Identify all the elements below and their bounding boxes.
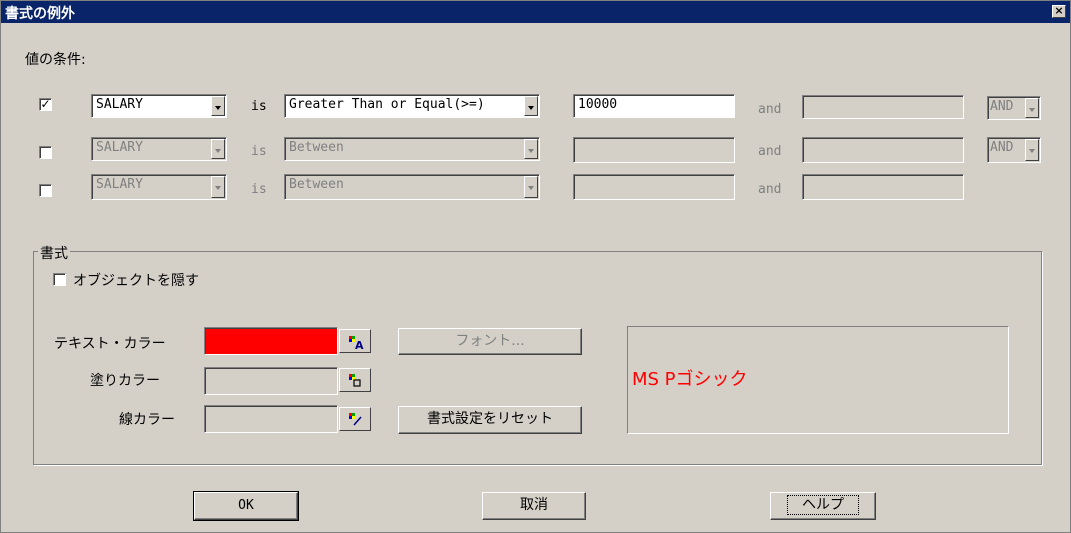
reset-format-button-label: 書式設定をリセット [427,411,553,427]
chevron-down-icon[interactable] [1025,139,1039,161]
format-exception-dialog: 書式の例外 × 値の条件: ✓ SALARY is Greater Than o… [0,0,1071,533]
window-title: 書式の例外 [5,6,75,22]
condition-3-field-value: SALARY [96,177,143,192]
condition-2-checkbox[interactable] [39,146,52,159]
fill-color-label: 塗りカラー [90,373,160,389]
condition-1-operator-value: Greater Than or Equal(>=) [289,97,485,112]
condition-2-operator-value: Between [289,140,344,155]
help-button-label: ヘルプ [787,495,859,515]
text-color-fill [206,329,337,354]
text-color-icon: A [349,336,364,352]
condition-1-value-input[interactable]: 10000 [573,94,735,118]
hide-object-checkbox[interactable] [53,273,66,286]
condition-1-checkbox[interactable]: ✓ [39,98,52,111]
condition-1-field-select[interactable]: SALARY [91,94,227,118]
chevron-down-icon[interactable] [524,176,538,198]
condition-1-operator-select[interactable]: Greater Than or Equal(>=) [284,94,540,118]
font-preview-text: MS Pゴシック [632,369,748,390]
svg-text:A: A [355,339,364,352]
font-button[interactable]: フォント... [398,328,582,355]
chevron-down-icon[interactable] [524,139,538,159]
condition-1-is-label: is [251,99,267,114]
line-color-label: 線カラー [119,412,175,428]
condition-3-value-input[interactable] [573,174,735,200]
line-color-swatch[interactable] [204,405,338,433]
chevron-down-icon[interactable] [524,96,538,116]
chevron-down-icon[interactable] [211,139,225,159]
condition-3-and-label: and [758,182,782,197]
line-color-icon [349,413,362,426]
reset-format-button[interactable]: 書式設定をリセット [398,406,582,434]
condition-1-value2-input[interactable] [802,95,964,119]
condition-1-logic-value: AND [990,99,1014,114]
cancel-button-label: 取消 [520,497,548,513]
ok-button-label: OK [238,498,254,513]
text-color-label: テキスト・カラー [54,336,166,352]
font-preview-box: MS Pゴシック [627,326,1009,434]
condition-3-value2-input[interactable] [802,174,964,200]
fill-color-swatch[interactable] [204,367,338,395]
title-bar: 書式の例外 × [1,1,1070,23]
chevron-down-icon[interactable] [211,96,225,116]
condition-2-field-select[interactable]: SALARY [91,137,227,161]
line-color-picker-button[interactable] [339,407,371,431]
condition-2-field-value: SALARY [96,140,143,155]
condition-3-field-select[interactable]: SALARY [91,174,227,200]
hide-object-label: オブジェクトを隠す [73,273,199,289]
chevron-down-icon[interactable] [1025,98,1039,118]
condition-3-operator-value: Between [289,177,344,192]
fill-color-icon [349,374,361,387]
text-color-swatch[interactable] [204,327,338,355]
condition-1-value-text: 10000 [578,97,618,112]
text-color-picker-button[interactable]: A [339,329,371,353]
condition-2-is-label: is [251,144,267,159]
help-button[interactable]: ヘルプ [770,492,876,520]
condition-2-logic-select[interactable]: AND [987,137,1041,163]
condition-1-field-value: SALARY [96,97,143,112]
close-button[interactable]: × [1052,5,1066,18]
condition-2-operator-select[interactable]: Between [284,137,540,161]
condition-2-and-label: and [758,144,782,159]
condition-3-checkbox[interactable] [39,184,52,197]
condition-1-logic-select[interactable]: AND [987,96,1041,120]
conditions-heading: 値の条件: [25,52,86,68]
cancel-button[interactable]: 取消 [482,492,586,520]
font-button-label: フォント... [455,333,525,349]
fill-color-picker-button[interactable] [339,368,371,392]
format-group-legend: 書式 [38,243,70,263]
condition-2-value2-input[interactable] [802,137,964,163]
condition-3-is-label: is [251,182,267,197]
condition-3-operator-select[interactable]: Between [284,174,540,200]
condition-2-logic-value: AND [990,140,1014,155]
condition-2-value-input[interactable] [573,137,735,163]
condition-1-and-label: and [758,102,782,117]
ok-button[interactable]: OK [193,491,299,521]
chevron-down-icon[interactable] [211,176,225,198]
